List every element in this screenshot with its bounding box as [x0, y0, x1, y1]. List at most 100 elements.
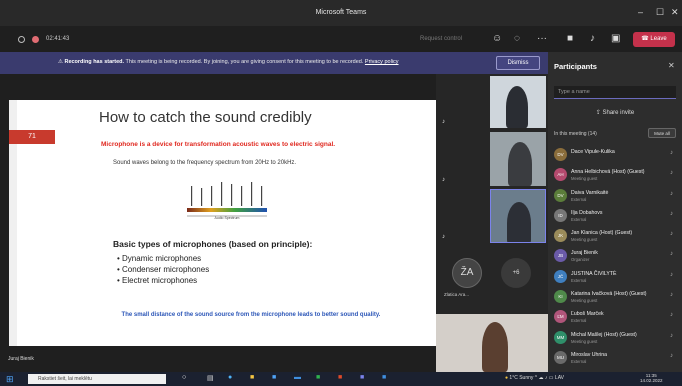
- maximize-button[interactable]: ☐: [656, 7, 664, 18]
- mic-icon: ♪: [442, 177, 445, 183]
- audio-spectrum-figure: Audio Spectrum: [177, 178, 277, 234]
- mic-muted-icon: ♪: [670, 190, 673, 197]
- minimize-button[interactable]: –: [638, 7, 643, 17]
- mic-muted-icon: ♪: [670, 210, 673, 217]
- mic-muted-icon: ♪: [670, 292, 673, 299]
- participant-row[interactable]: DV Daiva Varnikaitė External ♪: [552, 187, 680, 207]
- participant-role: External: [571, 216, 587, 222]
- video-tile[interactable]: ♪: [436, 74, 488, 129]
- edge-icon[interactable]: ●: [228, 374, 232, 381]
- share-invite-button[interactable]: ⇪ Share invite: [554, 106, 676, 120]
- leave-button[interactable]: ☎ Leave: [633, 32, 675, 47]
- avatar: JB: [554, 249, 567, 263]
- close-panel-icon[interactable]: ✕: [668, 61, 675, 70]
- mic-muted-icon: ♪: [670, 170, 673, 177]
- list-item: Dynamic microphones: [117, 253, 209, 264]
- dismiss-button[interactable]: Dismiss: [496, 56, 540, 70]
- video-tile[interactable]: [490, 132, 546, 186]
- participant-role: Meeting guest: [571, 298, 598, 304]
- close-window-button[interactable]: ✕: [671, 7, 679, 18]
- avatar: ĽM: [554, 310, 567, 324]
- participants-icon[interactable]: ☺: [492, 33, 502, 44]
- mic-muted-icon: ♪: [670, 271, 673, 278]
- mic-icon: ♪: [442, 119, 445, 125]
- more-participants-button[interactable]: +6: [501, 258, 531, 288]
- windows-start-icon[interactable]: ⊞: [6, 374, 14, 385]
- mic-muted-icon: ♪: [670, 251, 673, 258]
- microphone-icon[interactable]: ♪: [590, 33, 595, 44]
- camera-icon[interactable]: ■: [567, 33, 573, 44]
- meeting-timer: 02:41:43: [46, 36, 70, 42]
- participant-name: Miroslav Uhrina: [571, 351, 608, 358]
- video-tile[interactable]: ♪: [436, 132, 488, 187]
- participant-row[interactable]: JK Jan Klanica (Host) (Guest) Meeting gues…: [552, 227, 680, 247]
- banner-text: This meeting is being recorded. By joini…: [125, 59, 364, 65]
- participant-search-input[interactable]: Type a name: [554, 86, 676, 99]
- mic-muted-icon: ♪: [670, 312, 673, 319]
- request-control-button[interactable]: Request control: [420, 36, 462, 42]
- more-actions-icon[interactable]: ···: [537, 33, 547, 44]
- recording-banner: ⚠ Recording has started. This meeting is…: [0, 52, 548, 74]
- privacy-policy-link[interactable]: Privacy policy: [365, 59, 399, 65]
- teams-icon[interactable]: ■: [360, 374, 364, 381]
- participant-avatar[interactable]: ŽA: [452, 258, 482, 288]
- banner-bold: Recording has started.: [64, 59, 125, 65]
- avatar: JČ: [554, 269, 567, 283]
- task-view-icon[interactable]: ○: [182, 374, 186, 381]
- in-meeting-header[interactable]: In this meeting (14): [554, 131, 597, 137]
- participant-name: Michal Mašlej (Host) (Guest): [571, 331, 637, 338]
- chat-icon[interactable]: ◌: [514, 33, 520, 44]
- recording-indicator-icon: [32, 36, 39, 43]
- taskbar-search-input[interactable]: Rakstiet šeit, lai meklētu: [28, 374, 166, 384]
- avatar: DV: [554, 188, 567, 202]
- weather-widget[interactable]: ● 1°C Sunny ^ ☁ ♪ ▭ LAV: [505, 375, 564, 381]
- microphone-list: Dynamic microphones Condenser microphone…: [117, 253, 209, 286]
- participant-role: External: [571, 358, 587, 364]
- mic-muted-icon: ♪: [670, 352, 673, 359]
- store-icon[interactable]: ■: [272, 374, 276, 381]
- clock-date: 14.02.2022: [640, 378, 663, 383]
- participant-row[interactable]: JB Juraj Bienik Organizer ♪: [552, 247, 680, 267]
- video-tile[interactable]: [490, 76, 546, 128]
- avatar: JK: [554, 229, 567, 243]
- tray-icons[interactable]: ^ ☁ ♪ ▭: [533, 375, 555, 381]
- participant-row[interactable]: ID Ilja Dobahovs External ♪: [552, 207, 680, 227]
- participant-row[interactable]: DV Dace Vipule-Kulika ♪: [552, 146, 680, 166]
- participant-role: Meeting guest: [571, 176, 598, 182]
- participant-row[interactable]: MM Michal Mašlej (Host) (Guest) Meeting gu…: [552, 329, 680, 349]
- excel-icon[interactable]: ■: [316, 374, 320, 381]
- participant-name: Jan Klanica (Host) (Guest): [571, 230, 633, 237]
- participant-video: [508, 142, 532, 186]
- meeting-info-icon[interactable]: [18, 36, 25, 43]
- share-screen-icon[interactable]: ▣: [611, 33, 620, 44]
- share-invite-label: Share invite: [602, 110, 635, 116]
- explorer-icon[interactable]: ■: [250, 374, 254, 381]
- video-gallery: ♪ ♪ ♪: [436, 74, 548, 372]
- avatar: AH: [554, 168, 567, 182]
- participant-video: [507, 202, 531, 242]
- participant-row[interactable]: KI Katarina Ivačková (Host) (Guest) Meetin…: [552, 288, 680, 308]
- avatar: MM: [554, 330, 567, 344]
- widgets-icon[interactable]: ▤: [207, 374, 214, 382]
- mail-icon[interactable]: ▬: [294, 374, 301, 381]
- video-tile[interactable]: [490, 189, 546, 243]
- language-indicator[interactable]: LAV: [555, 375, 564, 381]
- powerpoint-icon[interactable]: ■: [338, 374, 342, 381]
- participant-row[interactable]: AH Anna Helbichová (Host) (Guest) Meeting …: [552, 166, 680, 186]
- avatar: KI: [554, 290, 567, 304]
- participant-role: Meeting guest: [571, 237, 598, 243]
- participant-row[interactable]: MU Miroslav Uhrina External ♪: [552, 349, 680, 369]
- participant-name: Ľuboš Marček: [571, 311, 604, 318]
- clock[interactable]: 11:35 14.02.2022: [640, 373, 663, 383]
- participant-row[interactable]: ĽM Ľuboš Marček External ♪: [552, 308, 680, 328]
- video-tile[interactable]: ♪: [436, 189, 488, 244]
- participant-name: Katarina Ivačková (Host) (Guest): [571, 291, 647, 298]
- word-icon[interactable]: ■: [382, 374, 386, 381]
- participant-video: [482, 322, 508, 372]
- participant-video: [506, 86, 528, 128]
- meeting-toolbar: 02:41:43 Request control ☺ ◌ ··· ■ ♪ ▣ ☎…: [0, 26, 682, 52]
- mute-all-button[interactable]: Mute all: [648, 128, 676, 138]
- mic-muted-icon: ♪: [670, 150, 673, 156]
- video-tile[interactable]: [436, 314, 548, 372]
- participant-row[interactable]: JČ JUSTINA ČIVILYTĖ External ♪: [552, 268, 680, 288]
